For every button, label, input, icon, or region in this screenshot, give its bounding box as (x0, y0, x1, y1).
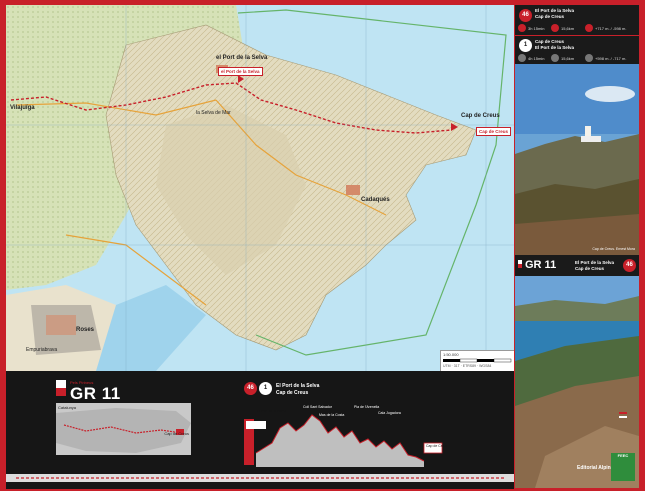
stage-card-forward[interactable]: 46 El Port de la Selva Cap de Creus 3h 1… (515, 5, 639, 35)
gr-logo-icon (56, 380, 66, 396)
distance-icon (551, 24, 559, 32)
distance-icon (551, 54, 559, 62)
place-cap-de-creus: Cap de Creus (461, 113, 500, 119)
profile-stage-index: 1 (259, 382, 272, 395)
overview-label: Catalunya (58, 405, 77, 410)
place-port-de-la-selva: el Port de la Selva (216, 55, 268, 61)
overview-end-label: Cap de Creus (164, 431, 189, 436)
bottom-panel: Pels Pirineus GR 11 Catalunya Cap de Cre… (6, 371, 514, 489)
profile-point-2: Coll Sant Salvador (303, 405, 332, 409)
stage-time: 3h 15min (528, 26, 545, 31)
profile-from: El Port de la Selva (276, 383, 320, 389)
stage-elevation: +717 m. / -598 m. (595, 26, 627, 31)
elevation-icon (585, 24, 593, 32)
stage-distance: 15,6km (561, 26, 575, 31)
gr-band-label: GR 11 (525, 259, 557, 271)
gr-title: GR 11 (70, 384, 121, 403)
stage-to: Cap de Creus (535, 14, 565, 19)
place-roses: Roses (76, 327, 95, 333)
scale-coords: UTM · 31T · ETRS89 · WGS84 (443, 364, 492, 368)
photo-lighthouse: Cap de Creus. Ernest Mora (515, 64, 639, 255)
profile-point-end: Cap de Creus (426, 444, 448, 448)
stage-card-reverse[interactable]: 1 Cap de Creus El Port de la Selva 4h 15… (515, 36, 639, 64)
place-vilajuiga: Vilajuïga (10, 105, 35, 111)
elevation-icon (585, 54, 593, 62)
stage-distance-reverse: 15,6km (561, 56, 575, 61)
clock-icon (518, 24, 526, 32)
stage-from-reverse: Cap de Creus (535, 39, 565, 44)
topographic-map[interactable]: Vilajuïga el Port de la Selva Cap de Cre… (6, 5, 514, 371)
stage-from: El Port de la Selva (535, 8, 575, 13)
photo-caption: Cap de Creus. Ernest Mora (592, 247, 635, 251)
overview-map[interactable]: Catalunya Cap de Creus (56, 403, 191, 455)
feec-logo: FEEC (611, 453, 635, 481)
profile-point-3: Mas de la Costa (319, 413, 345, 417)
right-column: 46 El Port de la Selva Cap de Creus 3h 1… (515, 5, 639, 491)
stage-time-reverse: 4h 15min (528, 56, 545, 61)
stage-elevation-reverse: +598 m. / -717 m. (595, 56, 627, 61)
page-frame: Vilajuïga el Port de la Selva Cap de Cre… (0, 0, 645, 491)
place-empuriabrava: Empuriabrava (26, 347, 58, 353)
profile-point-4: Pla de l'Arenella (354, 405, 380, 409)
profile-point-start: El Port de la Selva (257, 409, 286, 413)
publisher-logo: Editorial Alpina (577, 465, 614, 471)
scale-box: 1:50.000 UTM · 31T · ETRS89 · WGS84 (440, 350, 514, 371)
profile-stage-badge: 46 (244, 382, 257, 395)
gr-band-to: Cap de Creus (575, 266, 605, 271)
gr-band-from: El Port de la Selva (575, 260, 615, 265)
place-selva-de-mar: la Selva de Mar (196, 110, 231, 116)
profile-to: Cap de Creus (276, 390, 309, 396)
place-cadaques: Cadaqués (361, 197, 390, 203)
scale-label: 1:50.000 (443, 352, 459, 357)
distance-ruler (6, 474, 514, 482)
route-label-end: Cap de Creus (476, 127, 512, 136)
gr-band: GR 11 El Port de la Selva Cap de Creus 4… (515, 255, 639, 276)
stage-to-reverse: El Port de la Selva (535, 45, 575, 50)
route-label-start: el Port de la Selva (218, 67, 263, 76)
profile-point-5: Cala Jugadora (378, 411, 401, 415)
clock-icon (518, 54, 526, 62)
stage-badge: 46 (519, 9, 532, 22)
gr-band-badge: 46 (623, 259, 636, 272)
stage-badge-reverse: 1 (519, 39, 532, 52)
